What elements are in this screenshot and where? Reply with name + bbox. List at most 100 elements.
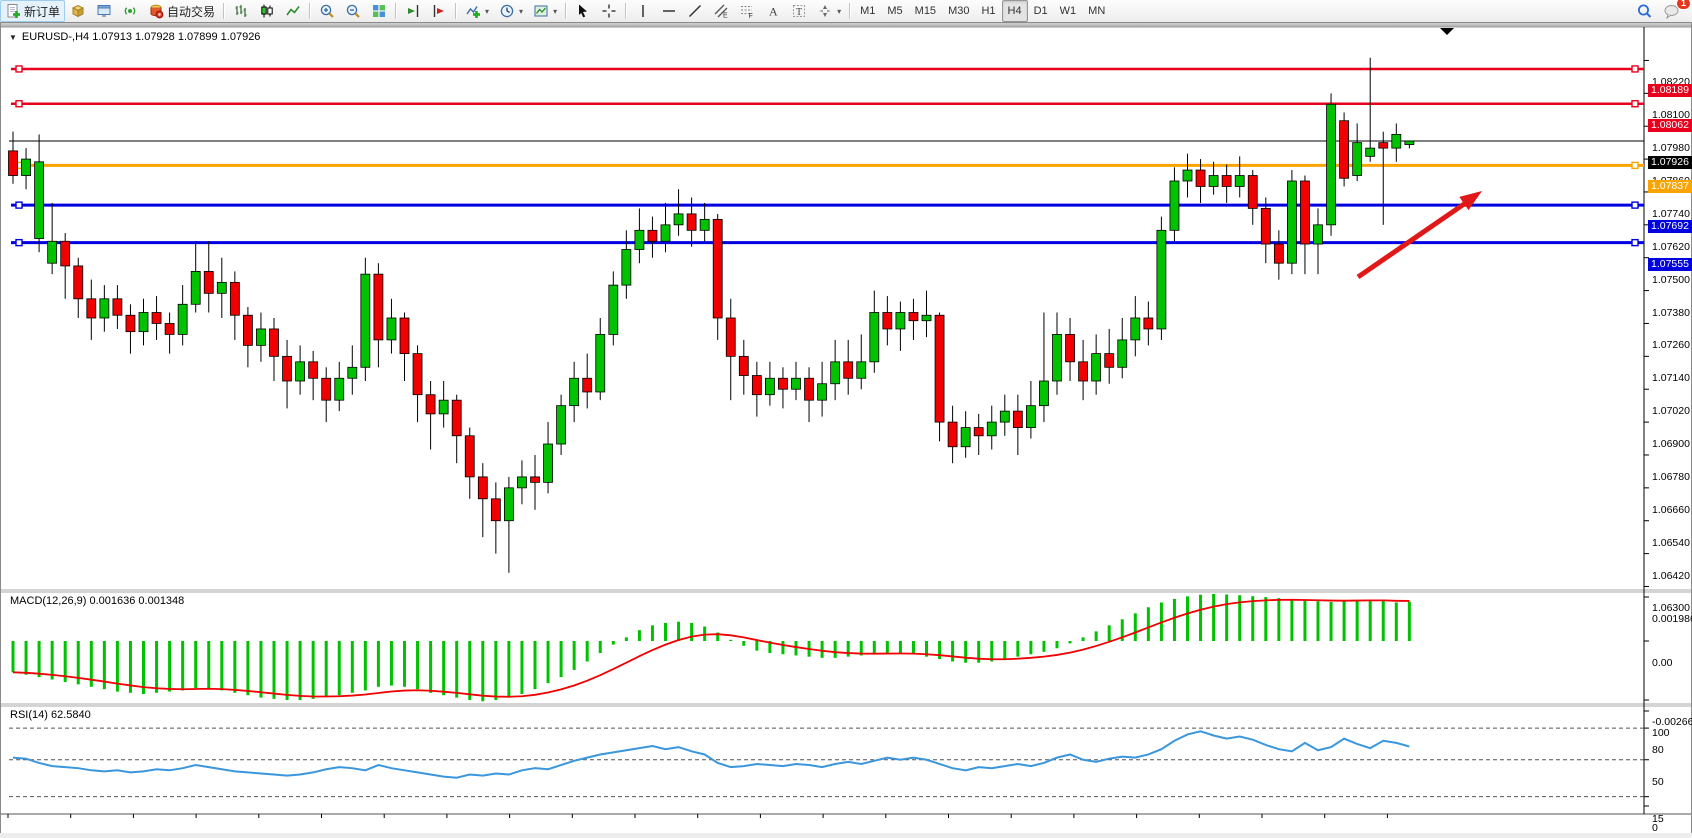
timeframe-label: MN xyxy=(1088,5,1105,17)
timeframe-mn-button[interactable]: MN xyxy=(1082,0,1111,22)
candle-body xyxy=(491,499,500,521)
candle-body xyxy=(1053,334,1062,381)
candle-body xyxy=(1287,181,1296,263)
notification-count-badge: 1 xyxy=(1676,0,1691,10)
candle-body xyxy=(778,378,787,389)
chart-shift-button[interactable] xyxy=(426,0,452,22)
candle-body xyxy=(1405,141,1414,145)
auto-scroll-button[interactable] xyxy=(400,0,426,22)
tile-windows-button[interactable] xyxy=(366,0,392,22)
zoom-in-button[interactable] xyxy=(314,0,340,22)
price-tick-label: 1.06420 xyxy=(1652,570,1690,582)
timeframe-m30-button[interactable]: M30 xyxy=(942,0,975,22)
line-handle[interactable] xyxy=(1632,101,1638,107)
horizontal-line-tool-button[interactable] xyxy=(656,0,682,22)
tile-windows-icon xyxy=(371,3,387,19)
fibonacci-tool-button[interactable]: F xyxy=(734,0,760,22)
candle-body xyxy=(1261,208,1270,244)
text-tool-button[interactable]: A xyxy=(760,0,786,22)
line-handle[interactable] xyxy=(16,66,22,72)
candle-body xyxy=(74,266,83,299)
cursor-tool-button[interactable] xyxy=(570,0,596,22)
zoom-out-button[interactable] xyxy=(340,0,366,22)
candle-body xyxy=(765,378,774,394)
candle-body xyxy=(439,400,448,414)
candle-body xyxy=(1314,225,1323,244)
crosshair-tool-button[interactable] xyxy=(596,0,622,22)
candle-body xyxy=(48,241,57,263)
line-handle[interactable] xyxy=(1632,162,1638,168)
price-chart-canvas[interactable] xyxy=(1,23,1691,836)
candle-body xyxy=(1366,148,1375,156)
candle-body xyxy=(361,274,370,367)
line-chart-mode-button[interactable] xyxy=(280,0,306,22)
chevron-down-icon: ▾ xyxy=(553,7,557,16)
symbol-ohlc-text: EURUSD-,H4 1.07913 1.07928 1.07899 1.079… xyxy=(22,31,261,43)
line-chart-icon xyxy=(285,3,301,19)
bar-chart-mode-button[interactable] xyxy=(228,0,254,22)
trend-arrow-line[interactable] xyxy=(1358,202,1467,277)
channel-tool-button[interactable]: E xyxy=(708,0,734,22)
candle-body xyxy=(961,428,970,447)
timeframe-h1-button[interactable]: H1 xyxy=(975,0,1001,22)
candle-body xyxy=(1118,340,1127,367)
new-order-button[interactable]: 新订单 xyxy=(0,0,65,22)
svg-text:E: E xyxy=(723,13,728,20)
candle-body xyxy=(1222,176,1231,187)
templates-button[interactable]: ▾ xyxy=(528,0,562,22)
label-tool-button[interactable]: T xyxy=(786,0,812,22)
candle-body xyxy=(387,318,396,340)
timeframe-m15-button[interactable]: M15 xyxy=(909,0,942,22)
market-watch-button[interactable] xyxy=(65,0,91,22)
timeframe-d1-button[interactable]: D1 xyxy=(1028,0,1054,22)
line-handle[interactable] xyxy=(1632,202,1638,208)
trendline-tool-button[interactable] xyxy=(682,0,708,22)
signal-button[interactable] xyxy=(117,0,143,22)
line-handle[interactable] xyxy=(16,101,22,107)
candle-body xyxy=(1157,230,1166,329)
svg-text:F: F xyxy=(749,13,753,19)
chart-window[interactable]: ▼ EURUSD-,H4 1.07913 1.07928 1.07899 1.0… xyxy=(0,22,1692,837)
candle-body xyxy=(1340,121,1349,179)
collapse-triangle-icon[interactable]: ▼ xyxy=(9,33,17,42)
svg-text:A: A xyxy=(769,5,778,19)
candle-body xyxy=(191,271,200,304)
auto-scroll-icon xyxy=(405,3,421,19)
symbol-info-line: ▼ EURUSD-,H4 1.07913 1.07928 1.07899 1.0… xyxy=(9,31,260,43)
candle-body xyxy=(400,318,409,354)
data-window-icon xyxy=(96,3,112,19)
line-handle[interactable] xyxy=(1632,240,1638,246)
search-button[interactable] xyxy=(1631,0,1658,22)
timeframe-h4-button[interactable]: H4 xyxy=(1002,0,1028,22)
candlestick-mode-button[interactable] xyxy=(254,0,280,22)
arrows-tool-button[interactable]: ▾ xyxy=(812,0,846,22)
candle-body xyxy=(1105,354,1114,368)
vertical-line-tool-button[interactable] xyxy=(630,0,656,22)
indicators-button[interactable]: ▾ xyxy=(460,0,494,22)
line-handle[interactable] xyxy=(16,202,22,208)
data-window-button[interactable] xyxy=(91,0,117,22)
line-handle[interactable] xyxy=(16,240,22,246)
price-tick-label: 1.07500 xyxy=(1652,274,1690,286)
candle-body xyxy=(322,378,331,400)
candle-body xyxy=(243,315,252,345)
candle-body xyxy=(1092,354,1101,381)
candle-body xyxy=(1000,411,1009,422)
chart-shift-triangle-icon[interactable] xyxy=(1440,28,1454,35)
zoom-out-icon xyxy=(345,3,361,19)
notifications-button[interactable]: 1 xyxy=(1658,0,1686,22)
chart-shift-icon xyxy=(431,3,447,19)
auto-trading-button[interactable]: 自动交易 xyxy=(143,0,220,22)
auto-trading-icon xyxy=(148,3,164,19)
timeframe-w1-button[interactable]: W1 xyxy=(1054,0,1083,22)
periods-button[interactable]: ▾ xyxy=(494,0,528,22)
candle-body xyxy=(661,225,670,241)
timeframe-m5-button[interactable]: M5 xyxy=(881,0,908,22)
search-icon xyxy=(1636,3,1653,20)
macd-indicator-label: MACD(12,26,9) 0.001636 0.001348 xyxy=(10,595,184,607)
timeframe-label: M15 xyxy=(915,5,936,17)
line-handle[interactable] xyxy=(1632,66,1638,72)
timeframe-m1-button[interactable]: M1 xyxy=(854,0,881,22)
candle-body xyxy=(35,162,44,239)
rsi-line xyxy=(13,731,1409,777)
